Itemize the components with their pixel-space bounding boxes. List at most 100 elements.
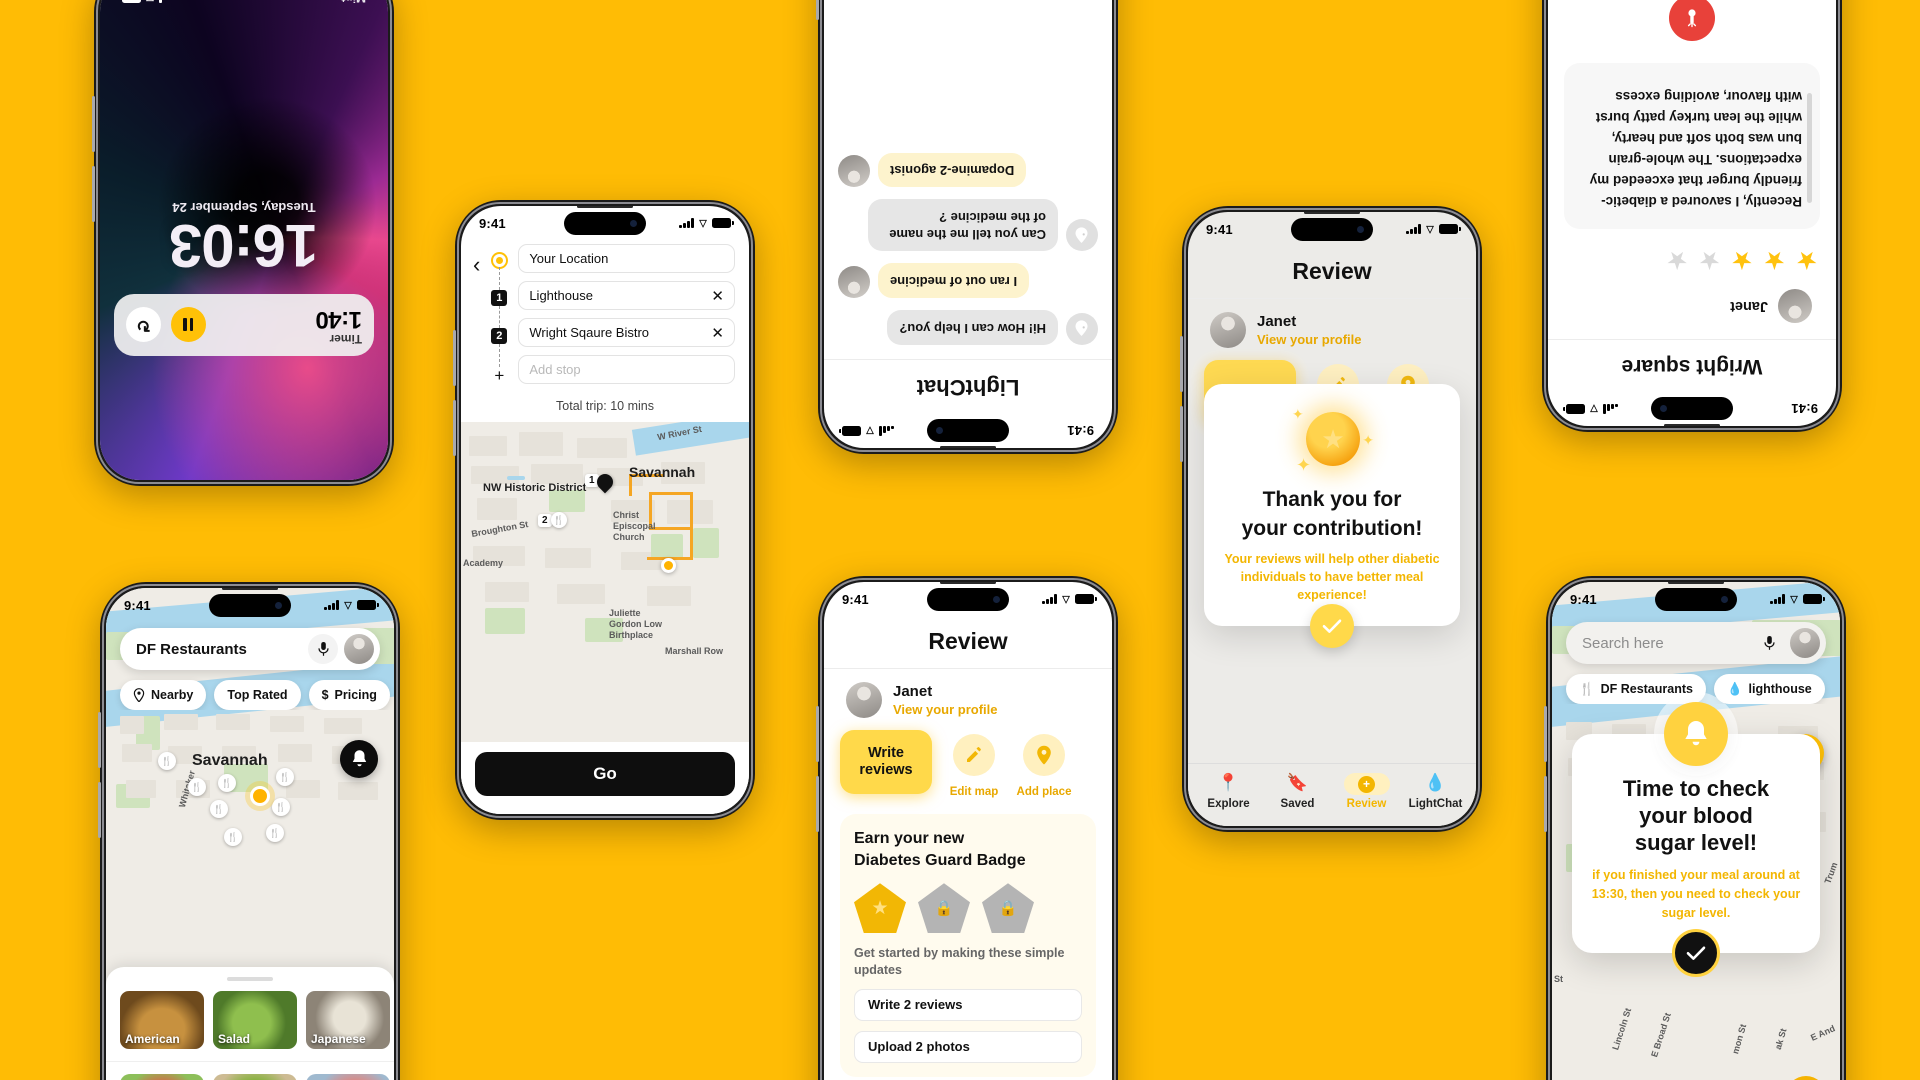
origin-field[interactable]: Your Location [518, 244, 735, 273]
tab-label: Saved [1280, 798, 1315, 810]
tab-label: Explore [1207, 798, 1250, 810]
battery-icon [1566, 404, 1585, 414]
tab-lightchat[interactable]: 💧 LightChat [1401, 773, 1470, 810]
chip-pricing[interactable]: $ Pricing [308, 680, 390, 710]
task-upload-photos[interactable]: Upload 2 photos [854, 1030, 1082, 1063]
avatar[interactable] [1778, 289, 1812, 323]
chip-lighthouse[interactable]: 💧 lighthouse [1713, 674, 1825, 704]
check-icon[interactable] [1672, 928, 1720, 977]
search-bar[interactable]: DF Restaurants [120, 628, 380, 670]
earpiece-speaker [1664, 424, 1720, 426]
destination-marker [661, 558, 676, 573]
dish-tile[interactable] [306, 1074, 390, 1080]
star-icon-filled[interactable]: ★ [1796, 245, 1818, 275]
star-icon-empty[interactable]: ★ [1666, 245, 1688, 275]
edit-map-action[interactable]: Edit map [946, 730, 1002, 800]
navigate-icon[interactable] [1786, 1076, 1826, 1080]
search-input[interactable]: DF Restaurants [136, 641, 308, 658]
map-poi-label: Christ Episcopal Church [613, 510, 656, 542]
map-street-label: Academy [463, 558, 504, 568]
tab-saved[interactable]: 🔖 Saved [1263, 773, 1332, 810]
stop-number-2: 2 [491, 328, 508, 345]
profile-row[interactable]: Janet View your profile [824, 669, 1112, 718]
directions-map[interactable]: W River St Savannah NW Historic District… [461, 422, 749, 742]
microphone-icon[interactable] [308, 634, 338, 664]
go-button[interactable]: Go [475, 752, 735, 796]
view-profile-link[interactable]: View your profile [1257, 332, 1362, 347]
wifi-icon: ▿ [1789, 591, 1798, 608]
star-badge-unlocked: ★ [854, 883, 906, 934]
badge-list: ★ 🔒 🔒 [854, 883, 1082, 934]
add-stop-field[interactable]: Add stop [518, 355, 735, 384]
avatar[interactable] [1790, 628, 1820, 658]
earpiece-speaker [1304, 212, 1360, 214]
avatar[interactable] [1210, 312, 1246, 348]
stop-2-value: Wright Sqaure Bistro [529, 325, 650, 340]
lightchat-drop-icon [1066, 313, 1098, 345]
chip-label: lighthouse [1748, 682, 1812, 696]
view-profile-link[interactable]: View your profile [893, 702, 998, 717]
map-poi-label: Juliette Gordon Low Birthplace [609, 608, 662, 640]
phone-review: 9:41 ▿ Review Janet View your profile Wr… [816, 576, 1118, 1080]
microphone-icon[interactable] [1754, 628, 1784, 658]
task-write-reviews[interactable]: Write 2 reviews [854, 988, 1082, 1021]
modal-heading-line1: Thank you for [1262, 488, 1402, 511]
rail-line [498, 267, 500, 290]
chip-top-rated[interactable]: Top Rated [214, 680, 301, 710]
close-icon[interactable]: ✕ [711, 287, 724, 305]
status-bar: 9:41 ▿ [106, 588, 394, 622]
status-icons: ▿ [1042, 589, 1097, 609]
message-row: I ran out of medicine [838, 263, 1098, 299]
search-bar[interactable]: Search here [1566, 622, 1826, 664]
dish-tile[interactable] [120, 1074, 204, 1080]
write-reviews-button[interactable]: Write reviews [840, 730, 932, 794]
stop-field-2[interactable]: Wright Sqaure Bistro ✕ [518, 318, 735, 347]
poster-canvas: Timer 1:40 ↻ 16:03 Tuesday, September 24… [0, 0, 1920, 1080]
category-tile[interactable]: Japanese [306, 991, 390, 1049]
tab-review[interactable]: + Review [1332, 773, 1401, 810]
star-icon-empty[interactable]: ★ [1698, 245, 1720, 275]
stop-field-1[interactable]: Lighthouse ✕ [518, 281, 735, 310]
scrollbar[interactable] [1807, 93, 1812, 203]
tab-label: Review [1346, 798, 1387, 810]
plus-icon[interactable]: + [494, 367, 504, 384]
timer-widget[interactable]: Timer 1:40 ↻ [114, 294, 374, 356]
wifi-icon: ▿ [698, 215, 707, 232]
reset-icon[interactable]: ↻ [126, 307, 161, 343]
back-chevron-icon[interactable]: ‹ [473, 244, 480, 384]
drag-handle[interactable] [227, 977, 273, 981]
thermometer-icon[interactable] [1669, 0, 1715, 42]
phone-blood-sugar-alert: Sava Montgomer Lincoln St E Broad St mon… [1544, 576, 1846, 1080]
tab-label: LightChat [1408, 798, 1463, 810]
avatar[interactable] [846, 682, 882, 718]
add-place-action[interactable]: Add place [1016, 730, 1072, 800]
dynamic-island [1651, 397, 1733, 420]
rating-stars[interactable]: ★ ★ ★ ★ ★ [1548, 245, 1836, 289]
check-icon[interactable] [1310, 603, 1354, 648]
profile-row[interactable]: Janet View your profile [1188, 299, 1476, 348]
category-tile[interactable]: Salad [213, 991, 297, 1049]
battery-icon [357, 600, 379, 610]
avatar[interactable] [344, 634, 374, 664]
map-street-label: Marshall Row [665, 646, 724, 656]
alert-heading-line3: sugar level! [1634, 829, 1758, 855]
category-tile[interactable]: American [120, 991, 204, 1049]
restaurants-overlay: 9:41 ▿ DF Restaurants Nearby Top Rated $… [106, 588, 394, 1080]
pause-icon[interactable] [171, 307, 206, 343]
chip-nearby[interactable]: Nearby [120, 680, 207, 710]
tab-explore[interactable]: 📍 Explore [1194, 773, 1263, 810]
alert-heading-line1: Time to check [1622, 776, 1770, 801]
star-icon-filled[interactable]: ★ [1763, 245, 1785, 275]
star-icon-filled[interactable]: ★ [1731, 245, 1753, 275]
chip-df-restaurants[interactable]: 🍴 DF Restaurants [1566, 674, 1706, 704]
chip-label: Nearby [151, 688, 194, 702]
phone-thank-you: 9:41 ▿ Review Janet View your profile Wr… [1180, 206, 1482, 832]
earpiece-speaker [1668, 582, 1724, 584]
close-icon[interactable]: ✕ [711, 324, 724, 342]
bottom-sheet[interactable]: American Salad Japanese [106, 967, 394, 1080]
search-input[interactable]: Search here [1582, 635, 1754, 652]
bell-icon[interactable] [340, 740, 378, 778]
dish-tile[interactable] [213, 1074, 297, 1080]
alert-screen: Sava Montgomer Lincoln St E Broad St mon… [1552, 582, 1840, 1080]
dollar-icon: $ [321, 688, 329, 702]
